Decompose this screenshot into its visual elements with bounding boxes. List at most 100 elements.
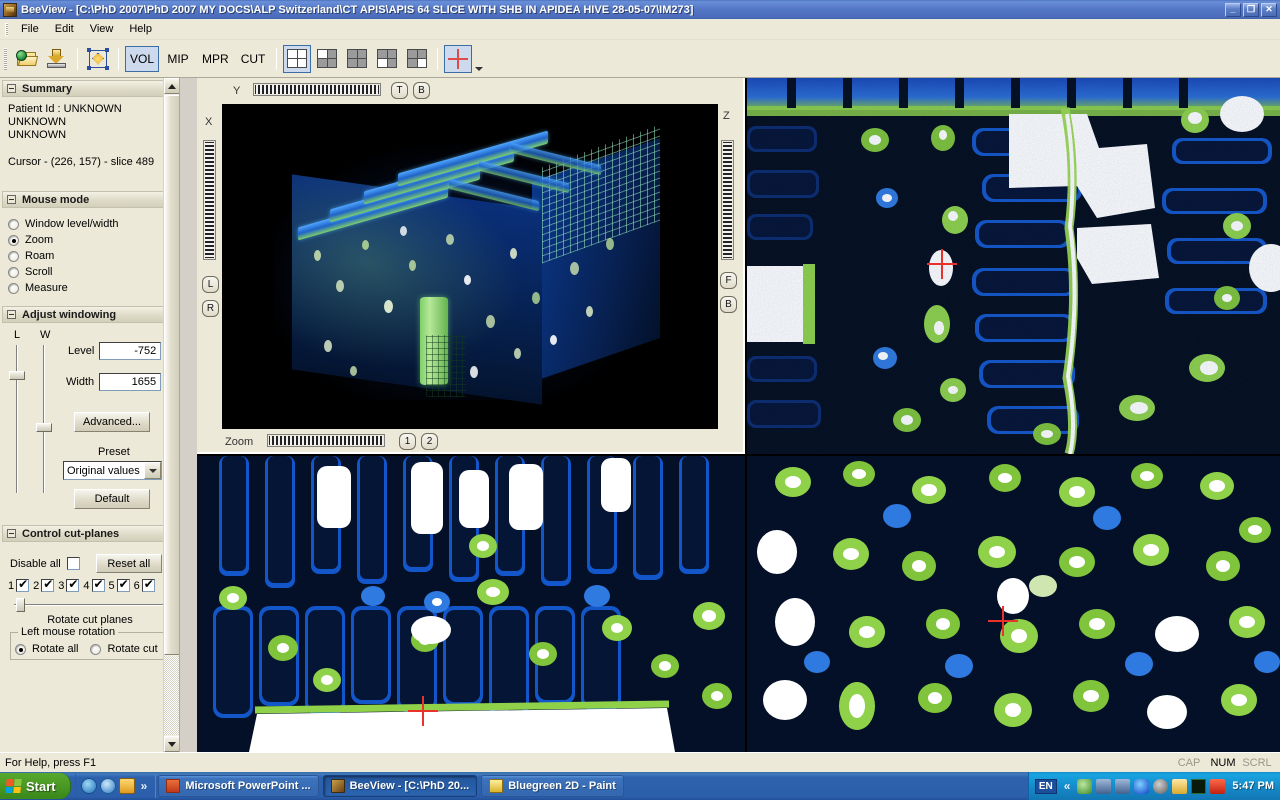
plane-6-checkbox[interactable]: [141, 577, 155, 592]
sidebar-scrollbar[interactable]: [163, 78, 179, 752]
network-disconnected-icon[interactable]: [1096, 778, 1112, 794]
slider-thumb[interactable]: [9, 371, 25, 380]
mouse-mode-zoom[interactable]: Zoom: [8, 234, 179, 246]
collapse-icon[interactable]: [7, 195, 16, 204]
media-player-icon[interactable]: [118, 778, 135, 794]
section-summary-header[interactable]: Summary: [2, 80, 178, 97]
level-slider[interactable]: [9, 345, 25, 493]
save-button[interactable]: [43, 45, 71, 73]
plane-6-toggle[interactable]: 6: [134, 577, 155, 592]
radio-icon[interactable]: [8, 250, 19, 262]
network-activity-icon[interactable]: [1210, 778, 1226, 794]
mode-vol-button[interactable]: VOL: [125, 45, 160, 72]
safely-remove-icon[interactable]: [1077, 778, 1093, 794]
slider-thumb[interactable]: [16, 598, 25, 612]
back-view-button[interactable]: B: [720, 296, 737, 313]
mouse-mode-scroll[interactable]: Scroll: [8, 266, 179, 278]
plane-4-checkbox[interactable]: [91, 577, 105, 592]
pan-button[interactable]: [84, 45, 112, 73]
advanced-button[interactable]: Advanced...: [74, 412, 150, 432]
reset-all-button[interactable]: Reset all: [95, 554, 162, 573]
bluetooth-icon[interactable]: [1134, 778, 1150, 794]
plane-2-checkbox[interactable]: [41, 577, 55, 592]
bottom-view-button[interactable]: B: [413, 82, 430, 99]
viewport-slice-axial[interactable]: [197, 456, 745, 752]
top-view-button[interactable]: T: [391, 82, 408, 99]
scroll-up-button[interactable]: [164, 78, 179, 94]
radio-selected-icon[interactable]: [15, 643, 26, 655]
taskbar-item-beeview[interactable]: BeeView - [C:\PhD 20...: [322, 775, 478, 797]
section-mouse-mode-header[interactable]: Mouse mode: [2, 191, 178, 208]
mode-cut-button[interactable]: CUT: [236, 46, 271, 72]
minimize-button[interactable]: _: [1225, 2, 1241, 17]
section-cut-planes-header[interactable]: Control cut-planes: [2, 525, 178, 542]
slider-thumb[interactable]: [36, 423, 52, 432]
preset-select[interactable]: Original values: [63, 461, 162, 480]
menu-file[interactable]: File: [13, 21, 47, 37]
plane-2-toggle[interactable]: 2: [33, 577, 55, 592]
start-button[interactable]: Start: [0, 773, 71, 799]
right-view-button[interactable]: R: [202, 300, 219, 317]
volume-render-canvas[interactable]: [222, 104, 718, 429]
layout-bottom-right-button[interactable]: [403, 45, 431, 73]
x-axis-scale-slider[interactable]: [203, 140, 216, 260]
scrollbar-track[interactable]: [164, 656, 179, 735]
menu-edit[interactable]: Edit: [47, 21, 82, 37]
mouse-mode-window-level[interactable]: Window level/width: [8, 218, 179, 230]
menu-view[interactable]: View: [82, 21, 122, 37]
scrollbar-thumb[interactable]: [164, 95, 179, 655]
layout-bottom-left-button[interactable]: [373, 45, 401, 73]
preset-1-button[interactable]: 1: [399, 433, 416, 450]
rotate-cut-planes-slider[interactable]: [14, 598, 166, 612]
radio-icon[interactable]: [8, 266, 19, 278]
front-view-button[interactable]: F: [720, 272, 737, 289]
preset-2-button[interactable]: 2: [421, 433, 438, 450]
taskbar-clock[interactable]: 5:47 PM: [1232, 780, 1274, 792]
plane-3-toggle[interactable]: 3: [58, 577, 80, 592]
quick-launch-overflow-icon[interactable]: »: [138, 779, 151, 793]
width-input[interactable]: 1655: [99, 373, 162, 391]
level-input[interactable]: -752: [99, 342, 162, 360]
toolbar-grip[interactable]: [4, 47, 7, 70]
disable-all-checkbox[interactable]: [66, 557, 80, 570]
plane-5-checkbox[interactable]: [116, 577, 130, 592]
collapse-icon[interactable]: [7, 529, 16, 538]
section-adjust-windowing-header[interactable]: Adjust windowing: [2, 306, 178, 323]
radio-icon[interactable]: [90, 643, 102, 655]
scroll-down-button[interactable]: [164, 736, 179, 752]
left-view-button[interactable]: L: [202, 276, 219, 293]
layout-top-row-button[interactable]: [343, 45, 371, 73]
mouse-mode-roam[interactable]: Roam: [8, 250, 179, 262]
browser-icon[interactable]: [99, 778, 116, 794]
menu-help[interactable]: Help: [121, 21, 160, 37]
collapse-icon[interactable]: [7, 84, 16, 93]
plane-1-toggle[interactable]: 1: [8, 577, 30, 592]
y-axis-scale-slider[interactable]: [253, 83, 381, 96]
radio-icon[interactable]: [8, 282, 19, 294]
system-monitor-icon[interactable]: [1191, 778, 1207, 794]
default-button[interactable]: Default: [74, 489, 150, 509]
mouse-mode-measure[interactable]: Measure: [8, 282, 179, 294]
viewport-slice-coronal[interactable]: [747, 78, 1280, 454]
language-indicator[interactable]: EN: [1034, 778, 1057, 794]
rotate-all-option[interactable]: Rotate all: [15, 643, 78, 655]
menu-grip[interactable]: [5, 22, 8, 36]
internet-explorer-icon[interactable]: [80, 778, 97, 794]
viewport-slice-sagittal[interactable]: [747, 456, 1280, 752]
radio-icon[interactable]: [8, 218, 19, 230]
volume-muted-icon[interactable]: [1153, 778, 1169, 794]
open-button[interactable]: [13, 45, 41, 73]
crosshair-button[interactable]: [444, 44, 473, 73]
collapse-icon[interactable]: [7, 310, 16, 319]
layout-top-left-button[interactable]: [313, 45, 341, 73]
network2-disconnected-icon[interactable]: [1115, 778, 1131, 794]
rotate-cut-option[interactable]: Rotate cut: [90, 643, 158, 655]
restore-button[interactable]: ❐: [1243, 2, 1259, 17]
plane-3-checkbox[interactable]: [66, 577, 80, 592]
mode-mpr-button[interactable]: MPR: [197, 46, 234, 72]
z-axis-scale-slider[interactable]: [721, 140, 734, 260]
width-slider[interactable]: [36, 345, 52, 493]
close-button[interactable]: ✕: [1261, 2, 1277, 17]
taskbar-item-powerpoint[interactable]: Microsoft PowerPoint ...: [158, 775, 319, 797]
zoom-slider[interactable]: [267, 434, 385, 447]
